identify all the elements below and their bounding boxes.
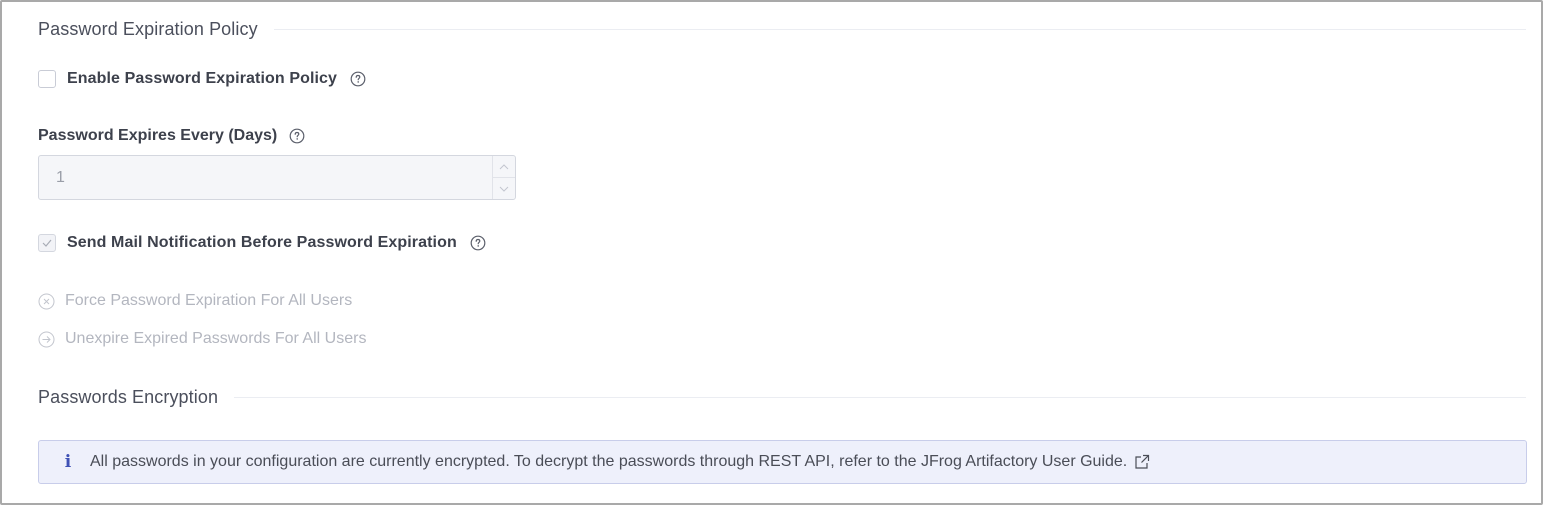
section-header-password-expiration: Password Expiration Policy bbox=[38, 19, 1526, 40]
question-circle-icon[interactable] bbox=[289, 128, 305, 144]
info-icon: i bbox=[64, 452, 72, 472]
enable-expiration-checkbox[interactable] bbox=[38, 70, 56, 88]
check-icon bbox=[42, 239, 52, 247]
question-circle-icon[interactable] bbox=[470, 235, 486, 251]
section-divider bbox=[234, 397, 1526, 398]
decrement-button[interactable] bbox=[493, 178, 515, 199]
question-circle-icon[interactable] bbox=[350, 71, 366, 87]
section-title: Passwords Encryption bbox=[38, 387, 219, 407]
enable-expiration-label[interactable]: Enable Password Expiration Policy bbox=[67, 70, 337, 88]
section-title: Password Expiration Policy bbox=[38, 19, 258, 39]
days-label-row: Password Expires Every (Days) bbox=[38, 127, 305, 145]
chevron-down-icon bbox=[499, 186, 509, 192]
arrow-right-circle-icon bbox=[38, 331, 55, 348]
settings-panel: Password Expiration Policy Enable Passwo… bbox=[0, 0, 1543, 505]
section-divider bbox=[273, 29, 1526, 30]
days-input[interactable] bbox=[39, 156, 493, 199]
unexpire-passwords-action[interactable]: Unexpire Expired Passwords For All Users bbox=[38, 330, 366, 348]
mail-notification-row: Send Mail Notification Before Password E… bbox=[38, 234, 486, 252]
increment-button[interactable] bbox=[493, 156, 515, 178]
mail-notification-checkbox[interactable] bbox=[38, 234, 56, 252]
days-field-label: Password Expires Every (Days) bbox=[38, 127, 278, 144]
enable-expiration-row: Enable Password Expiration Policy bbox=[38, 70, 366, 88]
encryption-info-banner: i All passwords in your configuration ar… bbox=[38, 440, 1527, 484]
days-stepper bbox=[492, 156, 515, 199]
unexpire-passwords-label: Unexpire Expired Passwords For All Users bbox=[65, 330, 367, 347]
encryption-info-text: All passwords in your configuration are … bbox=[90, 453, 1128, 470]
chevron-up-icon bbox=[499, 163, 509, 169]
force-expiration-label: Force Password Expiration For All Users bbox=[65, 292, 353, 309]
external-link-icon[interactable] bbox=[1133, 453, 1151, 471]
x-circle-icon bbox=[38, 293, 55, 310]
mail-notification-label[interactable]: Send Mail Notification Before Password E… bbox=[67, 234, 457, 252]
force-expiration-action[interactable]: Force Password Expiration For All Users bbox=[38, 292, 352, 310]
days-number-field bbox=[38, 155, 516, 200]
section-header-passwords-encryption: Passwords Encryption bbox=[38, 387, 1526, 408]
